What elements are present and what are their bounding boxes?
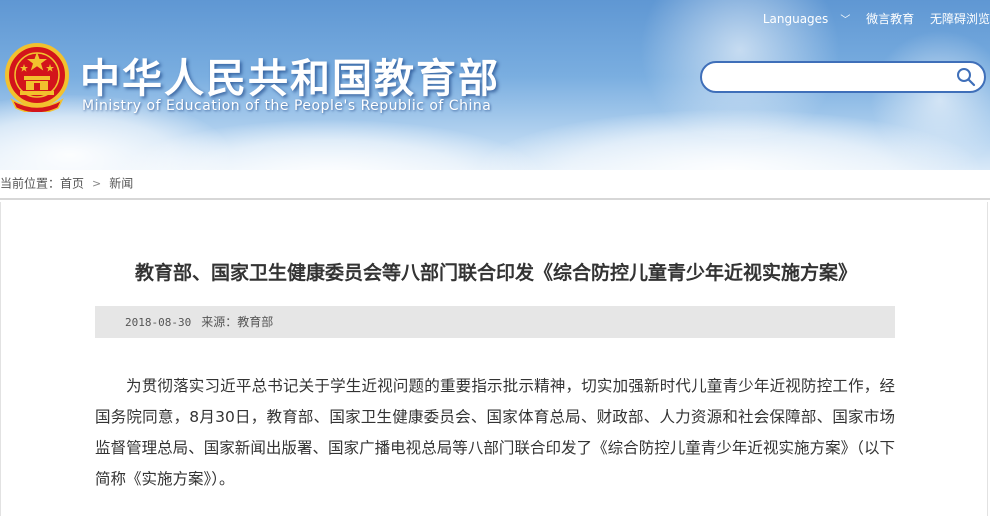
languages-label: Languages [762,12,829,26]
breadcrumb: 当前位置：首页 > 新闻 [0,170,990,200]
languages-menu[interactable]: Languages ﹀ [751,11,850,26]
article-meta-bar: 2018-08-30 来源：教育部 [95,306,895,338]
chevron-down-icon: ﹀ [840,15,851,26]
article-title: 教育部、国家卫生健康委员会等八部门联合印发《综合防控儿童青少年近视实施方案》 [134,262,857,284]
breadcrumb-current-link[interactable]: 新闻 [109,177,133,191]
search-icon[interactable] [956,67,976,87]
site-subtitle: Ministry of Education of the People's Re… [82,98,492,114]
article-source: 来源：教育部 [201,315,274,329]
search-box [700,61,986,93]
site-header: 中华人民共和国教育部 Ministry of Education of the … [0,0,990,170]
top-links: Languages ﹀ 微言教育 无障碍浏览 [739,10,990,28]
breadcrumb-home-link[interactable]: 首页 [60,177,84,191]
article-date: 2018-08-30 [125,316,192,329]
weibo-link[interactable]: 微言教育 [866,10,914,27]
site-title[interactable]: 中华人民共和国教育部 [80,46,500,104]
breadcrumb-prefix: 当前位置： [0,176,61,191]
article-paragraph: 为贯彻落实习近平总书记关于学生近视问题的重要指示批示精神，切实加强新时代儿童青少… [95,377,895,488]
accessibility-link[interactable]: 无障碍浏览 [930,10,990,27]
search-input[interactable] [714,67,954,89]
national-emblem-icon [5,43,69,112]
chevron-right-icon: > [92,176,102,190]
